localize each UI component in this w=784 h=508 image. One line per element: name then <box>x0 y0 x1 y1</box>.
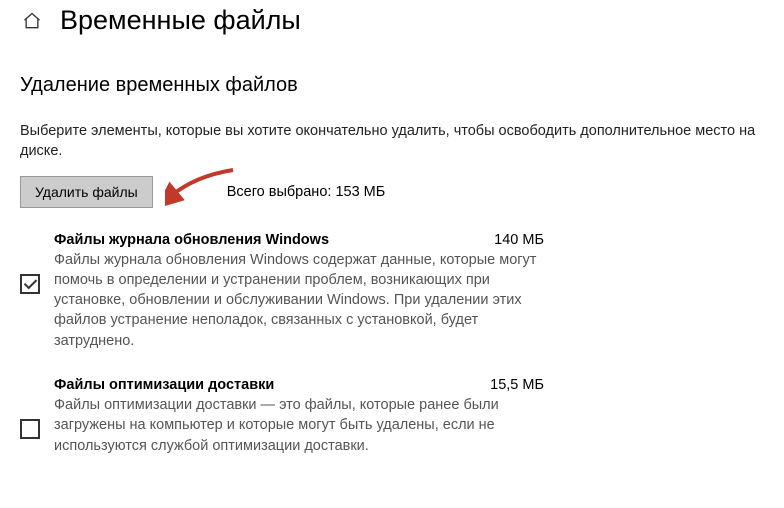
item-size: 140 МБ <box>494 232 544 248</box>
item-checkbox[interactable] <box>20 419 40 439</box>
total-selected-label: Всего выбрано: 153 МБ <box>227 184 386 200</box>
annotation-arrow-icon <box>165 168 235 213</box>
instruction-text: Выберите элементы, которые вы хотите око… <box>20 121 764 162</box>
page-title: Временные файлы <box>60 5 301 36</box>
item-title: Файлы журнала обновления Windows <box>54 232 329 248</box>
section-heading: Удаление временных файлов <box>20 74 764 97</box>
item-description: Файлы оптимизации доставки — это файлы, … <box>54 395 544 456</box>
items-list: Файлы журнала обновления Windows 140 МБ … <box>20 224 764 468</box>
item-description: Файлы журнала обновления Windows содержа… <box>54 250 544 351</box>
delete-files-button[interactable]: Удалить файлы <box>20 176 153 208</box>
item-title: Файлы оптимизации доставки <box>54 377 274 393</box>
item-checkbox[interactable] <box>20 274 40 294</box>
list-item: Файлы журнала обновления Windows 140 МБ … <box>20 224 764 363</box>
list-item: Файлы оптимизации доставки 15,5 МБ Файлы… <box>20 369 764 468</box>
home-icon[interactable] <box>20 9 44 33</box>
item-size: 15,5 МБ <box>490 377 544 393</box>
